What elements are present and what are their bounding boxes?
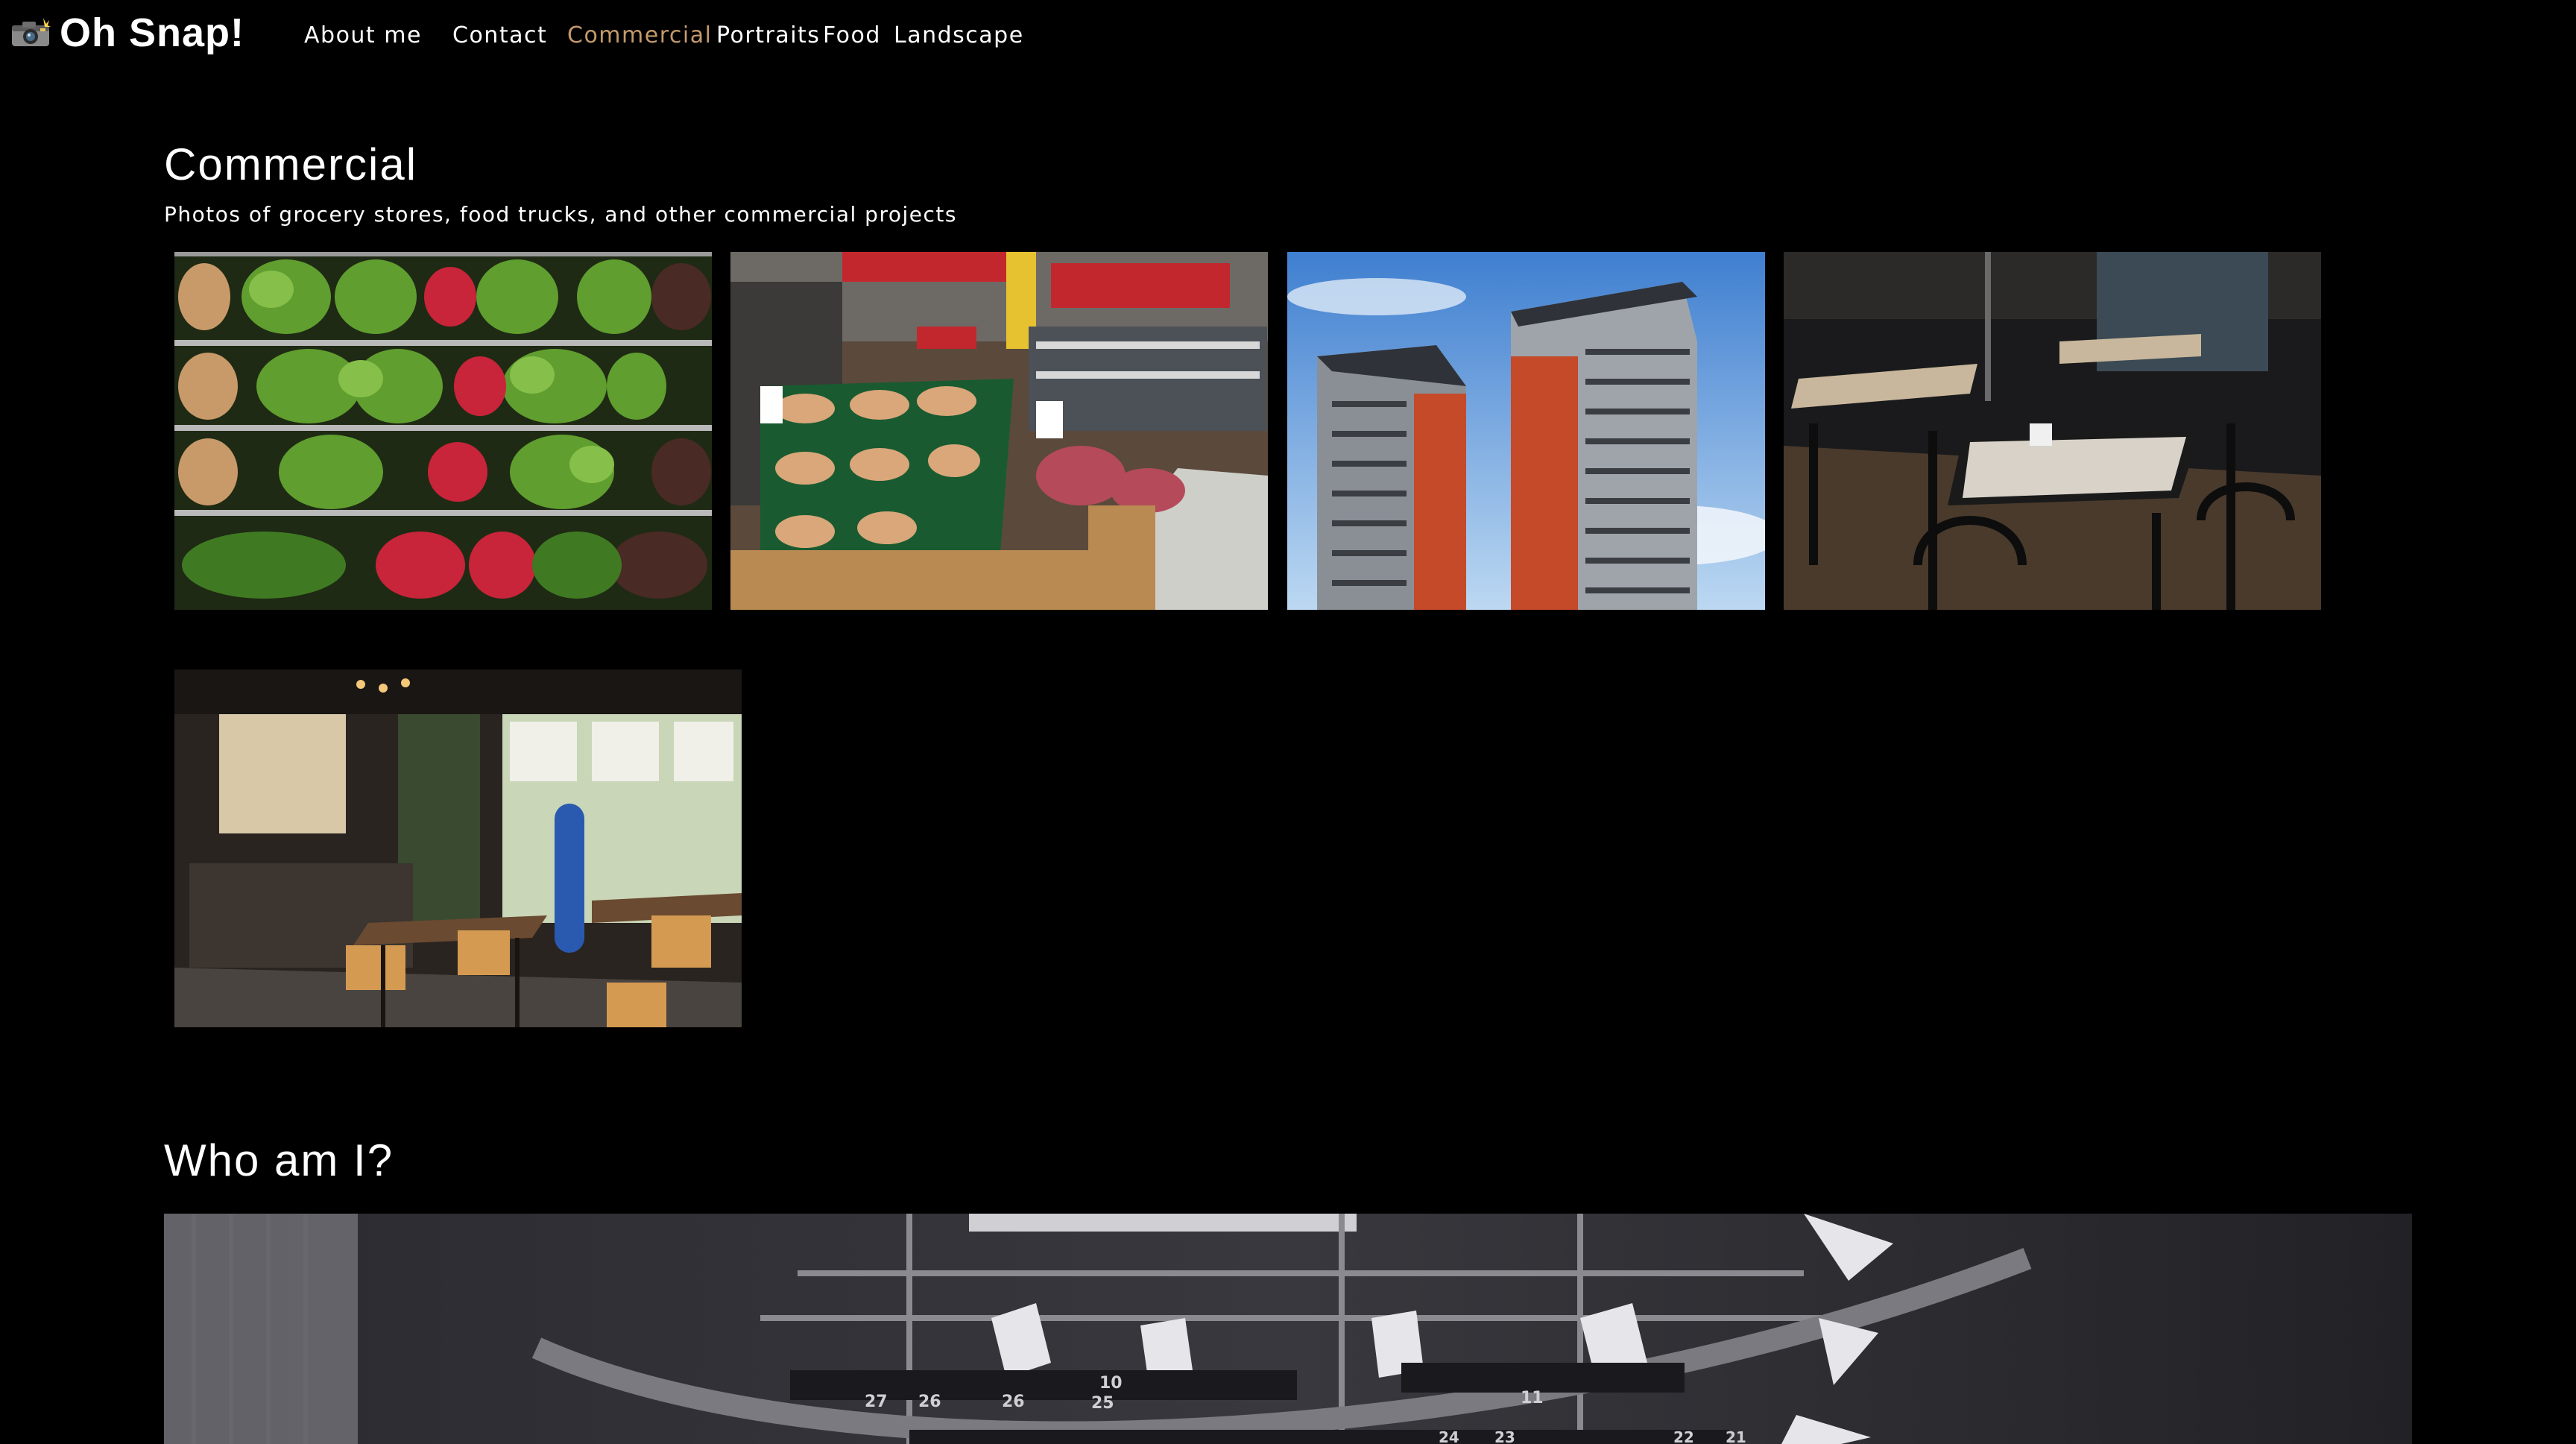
rig-label: 26: [1002, 1393, 1025, 1411]
nav-link-portraits[interactable]: Portraits: [716, 21, 820, 51]
about-hero-photo: 27 26 26 25 10 11 24 23 22 21: [164, 1214, 2412, 1444]
rig-label: 24: [1439, 1428, 1459, 1444]
gallery-photo-supermarket-aisle[interactable]: [730, 252, 1268, 610]
nav-link-contact[interactable]: Contact: [452, 21, 547, 51]
nav-link-commercial[interactable]: Commercial: [567, 21, 712, 51]
brand-logo-link[interactable]: Oh Snap!: [10, 3, 244, 63]
camera-flash-icon: [10, 18, 51, 48]
brand-name: Oh Snap!: [60, 10, 244, 55]
commercial-section-title: Commercial: [164, 139, 418, 189]
rig-label: 11: [1521, 1389, 1544, 1407]
about-section-title: Who am I?: [164, 1135, 394, 1185]
nav-link-about-me[interactable]: About me: [304, 21, 422, 51]
commercial-section-subtitle: Photos of grocery stores, food trucks, a…: [164, 202, 957, 227]
rig-label: 25: [1091, 1394, 1114, 1413]
gallery-photo-dark-restaurant[interactable]: [1784, 252, 2321, 610]
rig-label: 10: [1099, 1374, 1123, 1393]
rig-label: 22: [1673, 1428, 1694, 1444]
rig-label: 26: [918, 1393, 941, 1411]
nav-link-food[interactable]: Food: [823, 21, 881, 51]
top-navigation: Oh Snap! About me Contact Commercial Por…: [0, 0, 2576, 72]
rig-label: 21: [1726, 1428, 1746, 1444]
gallery-photo-produce-shelves[interactable]: [174, 252, 712, 610]
rig-label: 27: [865, 1393, 888, 1411]
gallery-photo-cafe-interior[interactable]: [174, 669, 742, 1027]
rig-label: 23: [1494, 1428, 1515, 1444]
nav-link-landscape[interactable]: Landscape: [894, 21, 1024, 51]
gallery-photo-apartment-towers[interactable]: [1287, 252, 1765, 610]
